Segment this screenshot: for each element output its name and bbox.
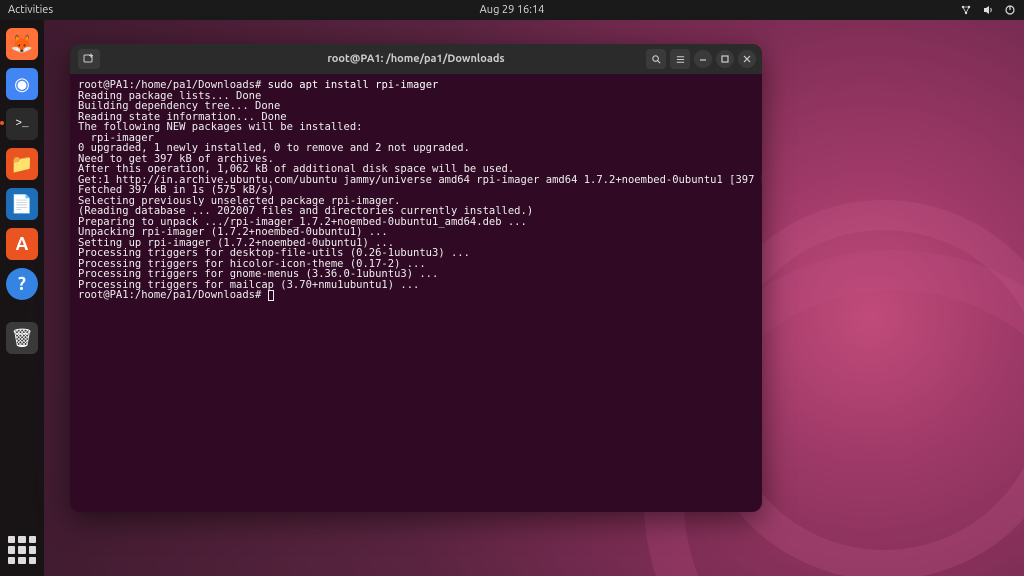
terminal-title: root@PA1: /home/pa1/Downloads (327, 53, 504, 65)
clock[interactable]: Aug 29 16:14 (480, 4, 545, 16)
dock: 🦊 ◉ >_ 📁 📄 A? 🗑 (0, 20, 44, 576)
maximize-button[interactable] (716, 50, 734, 68)
firefox-icon[interactable]: 🦊 (6, 28, 38, 60)
software-center-icon[interactable]: A (6, 228, 38, 260)
show-applications-button[interactable] (8, 536, 36, 564)
system-tray[interactable] (960, 4, 1016, 16)
menu-button[interactable] (670, 49, 690, 69)
network-icon[interactable] (960, 4, 972, 16)
volume-icon[interactable] (982, 4, 994, 16)
activities-button[interactable]: Activities (8, 4, 53, 16)
search-button[interactable] (646, 49, 666, 69)
minimize-button[interactable] (694, 50, 712, 68)
gnome-top-bar: Activities Aug 29 16:14 (0, 0, 1024, 20)
terminal-body[interactable]: root@PA1:/home/pa1/Downloads# sudo apt i… (70, 74, 762, 512)
terminal-titlebar[interactable]: root@PA1: /home/pa1/Downloads (70, 44, 762, 74)
close-button[interactable] (738, 50, 756, 68)
trash-icon[interactable]: 🗑 (6, 322, 38, 354)
chrome-icon[interactable]: ◉ (6, 68, 38, 100)
terminal-window: root@PA1: /home/pa1/Downloads root@PA1:/… (70, 44, 762, 512)
help-icon[interactable]: ? (6, 268, 38, 300)
new-tab-button[interactable] (78, 49, 100, 69)
files-icon[interactable]: 📁 (6, 148, 38, 180)
terminal-icon[interactable]: >_ (6, 108, 38, 140)
power-icon[interactable] (1004, 4, 1016, 16)
libreoffice-writer-icon[interactable]: 📄 (6, 188, 38, 220)
